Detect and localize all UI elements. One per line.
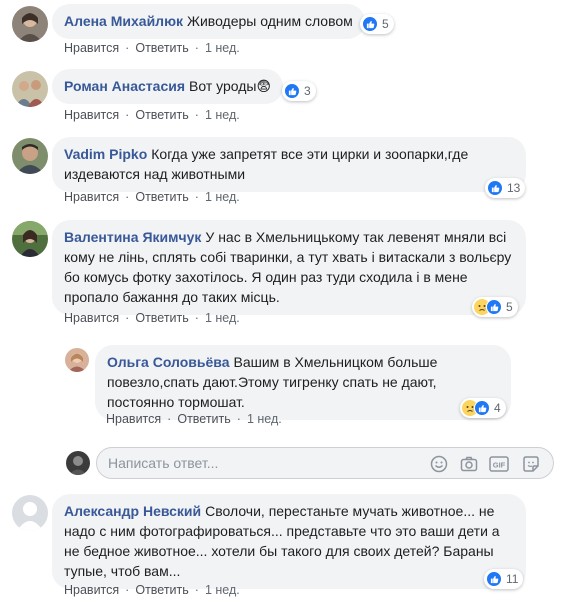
like-link[interactable]: Нравится: [64, 190, 119, 204]
like-reaction-icon: [486, 299, 502, 315]
comment-actions: Нравится · Ответить · 1 нед.: [64, 190, 240, 204]
reaction-count: 13: [507, 181, 521, 195]
comment-bubble: Валентина Якимчук У нас в Хмельницькому т…: [52, 220, 526, 315]
comment-text: Живодеры одним словом: [187, 13, 353, 29]
comment-bubble: Роман Анастасия Вот уроды😨: [52, 69, 284, 104]
reaction-summary[interactable]: 4: [460, 398, 506, 418]
comment-author[interactable]: Роман Анастасия: [64, 78, 185, 94]
avatar[interactable]: [12, 6, 48, 42]
reaction-count: 3: [304, 84, 311, 98]
reaction-summary[interactable]: 11: [484, 569, 524, 589]
like-reaction-icon: [486, 571, 502, 587]
like-reaction-icon: [474, 400, 490, 416]
reaction-summary[interactable]: 13: [485, 178, 526, 198]
avatar[interactable]: [12, 71, 48, 107]
avatar[interactable]: [12, 495, 48, 531]
reaction-count: 5: [382, 17, 389, 31]
reply-link[interactable]: Ответить: [177, 412, 230, 426]
comment-author[interactable]: Валентина Якимчук: [64, 229, 201, 245]
current-user-avatar: [66, 451, 90, 475]
comment-author[interactable]: Ольга Соловьёва: [107, 354, 230, 370]
comment-actions: Нравится · Ответить · 1 нед.: [64, 311, 240, 325]
reply-link[interactable]: Ответить: [135, 190, 188, 204]
like-reaction-icon: [362, 16, 378, 32]
reaction-summary[interactable]: 3: [282, 81, 316, 101]
comment-author[interactable]: Алена Михайлюк: [64, 13, 183, 29]
comment-bubble: Vadim Pipko Когда уже запретят все эти ци…: [52, 137, 526, 192]
comment-actions: Нравится · Ответить · 1 нед.: [64, 108, 240, 122]
reply-link[interactable]: Ответить: [135, 311, 188, 325]
emoji-icon[interactable]: [429, 454, 449, 474]
like-link[interactable]: Нравится: [64, 108, 119, 122]
comment-time[interactable]: 1 нед.: [205, 583, 240, 597]
comment-bubble: Алена Михайлюк Живодеры одним словом: [52, 4, 365, 39]
comment-text: Вот уроды😨: [189, 78, 272, 94]
reaction-count: 5: [506, 300, 513, 314]
reaction-count: 11: [506, 572, 519, 586]
reply-input[interactable]: [108, 448, 408, 478]
avatar[interactable]: [12, 138, 48, 174]
sticker-icon[interactable]: [521, 454, 541, 474]
comment-actions: Нравится · Ответить · 1 нед.: [64, 583, 240, 597]
reaction-summary[interactable]: 5: [472, 297, 518, 317]
svg-text:GIF: GIF: [493, 461, 506, 470]
like-link[interactable]: Нравится: [106, 412, 161, 426]
like-link[interactable]: Нравится: [64, 311, 119, 325]
reaction-count: 4: [494, 401, 501, 415]
comment-time[interactable]: 1 нед.: [205, 108, 240, 122]
comment-author[interactable]: Александр Невский: [64, 503, 201, 519]
avatar[interactable]: [65, 348, 89, 372]
comment-time[interactable]: 1 нед.: [247, 412, 282, 426]
comment-time[interactable]: 1 нед.: [205, 190, 240, 204]
comment-actions: Нравится · Ответить · 1 нед.: [64, 41, 240, 55]
reply-link[interactable]: Ответить: [135, 583, 188, 597]
like-link[interactable]: Нравится: [64, 41, 119, 55]
reaction-summary[interactable]: 5: [360, 14, 394, 34]
avatar[interactable]: [12, 221, 48, 257]
comment-author[interactable]: Vadim Pipko: [64, 146, 147, 162]
comment-actions: Нравится · Ответить · 1 нед.: [106, 412, 282, 426]
comment-bubble: Александр Невский Сволочи, перестаньте му…: [52, 494, 526, 589]
reply-link[interactable]: Ответить: [135, 41, 188, 55]
like-link[interactable]: Нравится: [64, 583, 119, 597]
like-reaction-icon: [284, 83, 300, 99]
comment-time[interactable]: 1 нед.: [205, 41, 240, 55]
comment-time[interactable]: 1 нед.: [205, 311, 240, 325]
like-reaction-icon: [487, 180, 503, 196]
camera-icon[interactable]: [459, 454, 479, 474]
reply-link[interactable]: Ответить: [135, 108, 188, 122]
reply-composer: GIF: [96, 447, 554, 479]
gif-icon[interactable]: GIF: [489, 454, 509, 474]
reply-bubble: Ольга Соловьёва Вашим в Хмельницком больш…: [95, 345, 511, 420]
